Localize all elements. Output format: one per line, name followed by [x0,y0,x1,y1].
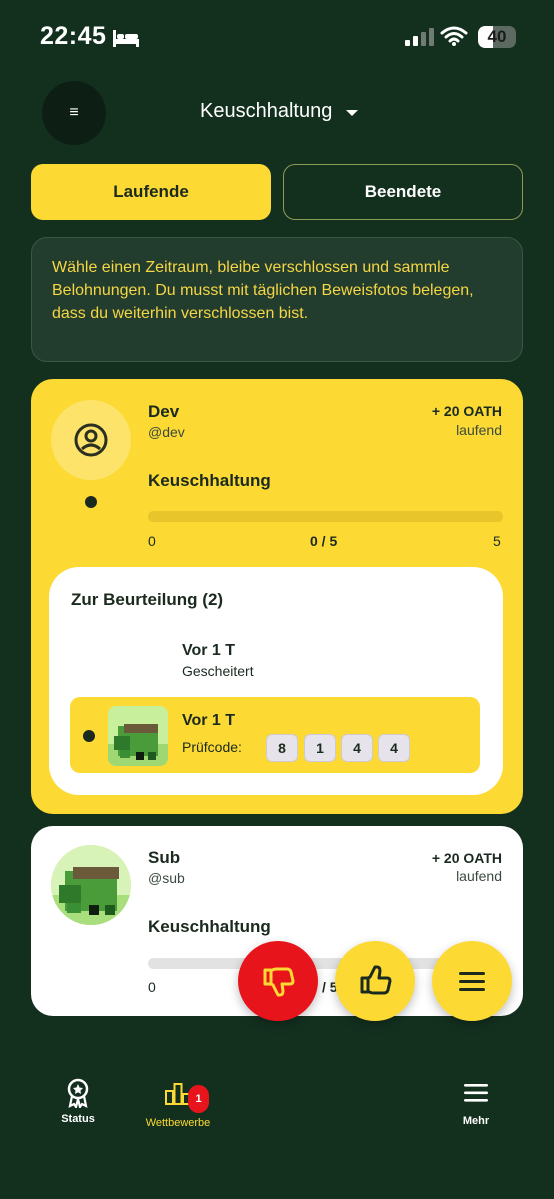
reject-button[interactable] [238,941,318,1021]
approve-button[interactable] [335,941,415,1021]
tab-running[interactable]: Laufende [31,164,271,220]
proof-photo-thumbnail[interactable] [108,706,168,766]
progress-value: 0 / 5 [310,533,338,549]
user-circle-icon [74,423,108,457]
progress-min: 0 [148,979,156,995]
menu-button[interactable]: ≡ [42,81,106,145]
participant-name: Dev [148,402,180,421]
nav-label-status: Status [61,1113,95,1125]
bed-icon [113,30,139,47]
nav-label-more: Mehr [462,1115,490,1127]
avatar-placeholder [51,400,131,480]
timeline-dot [83,730,95,742]
award-icon [67,1078,89,1108]
hamburger-icon [464,1084,488,1102]
nav-label-competitions: Wettbewerbe [145,1117,211,1129]
thumbs-up-icon [360,965,392,995]
pixel-avatar-image [108,706,168,766]
hamburger-icon [459,972,485,991]
signal-icon [405,28,434,46]
tab-finished[interactable]: Beendete [283,164,523,220]
review-title: Zur Beurteilung (2) [71,590,224,609]
verification-code-digit: 1 [304,734,336,762]
timeline-dot [85,496,97,508]
review-entry-status: Gescheitert [182,663,254,679]
participant-name: Sub [148,848,181,867]
battery-level-text: 40 [487,27,507,46]
verification-code-digit: 4 [378,734,410,762]
verification-code-label: Prüfcode: [182,739,242,755]
battery-indicator: 40 [478,26,516,48]
page-title[interactable]: Keuschhaltung [200,100,332,123]
progress-max: 5 [493,533,501,549]
status-label: laufend [456,422,502,438]
reward-label: + 20 OATH [431,850,502,866]
participant-handle: @dev [148,424,185,440]
verification-code-digit: 8 [266,734,298,762]
progress-bar [148,511,503,522]
status-time: 22:45 [40,22,107,50]
review-entry-time[interactable]: Vor 1 T [182,642,235,660]
wifi-icon [440,26,468,46]
progress-min: 0 [148,533,156,549]
nav-item-status[interactable]: Status [50,1078,106,1138]
chevron-down-icon[interactable] [346,110,358,116]
challenge-title: Keuschhaltung [148,471,271,490]
menu-icon: ≡ [69,104,79,121]
thumbs-down-icon [263,967,295,997]
info-box: Wähle einen Zeitraum, bleibe verschlosse… [31,237,523,362]
more-actions-button[interactable] [432,941,512,1021]
participant-handle: @sub [148,870,185,886]
info-text: Wähle einen Zeitraum, bleibe verschlosse… [52,259,474,322]
challenge-title: Keuschhaltung [148,917,271,936]
notification-badge: 1 [188,1085,209,1113]
avatar [51,845,131,925]
nav-item-more[interactable]: Mehr [450,1078,502,1138]
review-entry-time: Vor 1 T [182,712,236,729]
reward-label: + 20 OATH [431,403,502,419]
status-label: laufend [456,868,502,884]
pixel-avatar-image [51,845,131,925]
verification-code-digit: 4 [341,734,373,762]
